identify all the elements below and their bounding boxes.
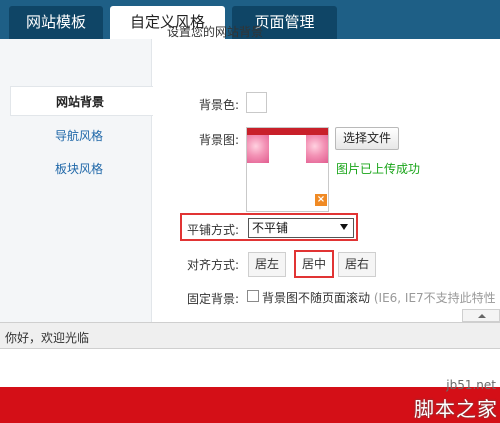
watermark-url: jb51.net	[446, 378, 496, 392]
welcome-text: 你好，欢迎光临	[5, 331, 90, 345]
scroll-up-button[interactable]	[462, 309, 500, 322]
sidebar-item-navigation-style[interactable]: 导航风格	[0, 121, 152, 151]
align-right-button[interactable]: 居右	[338, 252, 376, 277]
choose-file-button[interactable]: 选择文件	[335, 127, 399, 150]
fixed-bg-checkbox-text: 背景图不随页面滚动	[262, 291, 371, 305]
status-bar: 你好，欢迎光临	[0, 322, 500, 349]
upload-success-text: 图片已上传成功	[336, 162, 421, 176]
chevron-up-icon	[478, 314, 486, 318]
tab-website-template[interactable]: 网站模板	[9, 6, 103, 39]
repeat-select-value: 不平铺	[252, 221, 289, 235]
bg-color-swatch[interactable]	[246, 92, 267, 113]
form-title: 设置您的网站背景	[167, 25, 264, 39]
align-center-button[interactable]: 居中	[294, 250, 334, 278]
sidebar-item-block-style[interactable]: 板块风格	[0, 154, 152, 184]
close-icon[interactable]: ×	[315, 194, 327, 206]
fixed-bg-checkbox[interactable]	[247, 290, 259, 302]
fixed-bg-option: 背景图不随页面滚动 (IE6, IE7不支持此特性	[262, 289, 496, 306]
align-label: 对齐方式:	[187, 258, 240, 272]
sidebar: 网站背景 导航风格 板块风格	[0, 39, 153, 322]
fixed-bg-hint: (IE6, IE7不支持此特性	[373, 291, 496, 305]
preview-red-band	[247, 128, 328, 135]
sidebar-item-website-background[interactable]: 网站背景	[10, 86, 153, 116]
repeat-label: 平铺方式:	[187, 223, 240, 237]
chevron-down-icon	[340, 224, 348, 230]
repeat-select[interactable]: 不平铺	[248, 218, 354, 238]
preview-flower-left	[247, 135, 269, 163]
bg-image-label: 背景图:	[199, 133, 240, 147]
fixed-bg-label: 固定背景:	[187, 292, 240, 306]
align-left-button[interactable]: 居左	[248, 252, 286, 277]
preview-flower-right	[306, 135, 328, 163]
watermark-name: 脚本之家	[414, 397, 498, 421]
bg-color-label: 背景色:	[199, 98, 240, 112]
watermark: jb51.net 脚本之家	[403, 378, 500, 423]
